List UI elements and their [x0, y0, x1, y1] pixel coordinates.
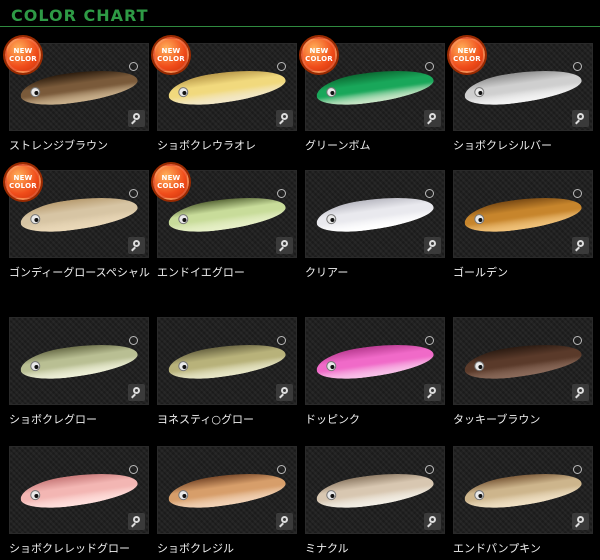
color-name[interactable]: ショボクレシルバー: [453, 138, 600, 153]
zoom-icon[interactable]: [572, 237, 589, 254]
ring-icon: [277, 62, 286, 71]
lure-thumbnail[interactable]: [453, 170, 593, 258]
ring-icon: [425, 465, 434, 474]
lure-image: [18, 337, 140, 385]
new-color-badge: NEW COLOR: [153, 37, 189, 73]
lure-thumbnail[interactable]: [157, 317, 297, 405]
lure-image: [166, 466, 288, 514]
lure-thumbnail[interactable]: [305, 170, 445, 258]
color-name[interactable]: ショボクレジル: [157, 541, 307, 556]
zoom-icon[interactable]: [276, 384, 293, 401]
ring-icon: [573, 465, 582, 474]
badge-line-2: COLOR: [9, 55, 37, 63]
lure-image: [314, 190, 436, 238]
new-color-badge: NEW COLOR: [301, 37, 337, 73]
lure-image: [462, 466, 584, 514]
lure-image: [18, 466, 140, 514]
zoom-icon[interactable]: [128, 110, 145, 127]
lure-image: [314, 466, 436, 514]
color-name[interactable]: ミナクル: [305, 541, 455, 556]
lure-image: [166, 190, 288, 238]
zoom-icon[interactable]: [572, 110, 589, 127]
lure-thumbnail[interactable]: [157, 446, 297, 534]
zoom-icon[interactable]: [128, 384, 145, 401]
lure-thumbnail[interactable]: [305, 446, 445, 534]
zoom-icon[interactable]: [424, 384, 441, 401]
ring-icon: [573, 336, 582, 345]
badge-line-2: COLOR: [9, 182, 37, 190]
ring-icon: [425, 189, 434, 198]
lure-thumbnail[interactable]: [305, 317, 445, 405]
zoom-icon[interactable]: [276, 110, 293, 127]
zoom-icon[interactable]: [276, 513, 293, 530]
ring-icon: [425, 62, 434, 71]
color-name[interactable]: クリアー: [305, 265, 455, 280]
color-name[interactable]: エンドイエグロー: [157, 265, 307, 280]
ring-icon: [277, 465, 286, 474]
new-color-badge: NEW COLOR: [449, 37, 485, 73]
lure-image: [462, 337, 584, 385]
color-grid: NEW COLOR ストレンジブラウン NEW COLOR ショボクレウラオレ NEW C…: [0, 0, 600, 560]
ring-icon: [129, 62, 138, 71]
ring-icon: [129, 465, 138, 474]
lure-thumbnail[interactable]: [9, 317, 149, 405]
lure-image: [18, 190, 140, 238]
color-name[interactable]: グリーンボム: [305, 138, 455, 153]
badge-line-2: COLOR: [157, 55, 185, 63]
color-name[interactable]: タッキーブラウン: [453, 412, 600, 427]
badge-line-2: COLOR: [157, 182, 185, 190]
lure-image: [314, 63, 436, 111]
color-name[interactable]: ゴンディーグロースペシャル: [9, 265, 159, 280]
color-name[interactable]: ショボクレレッドグロー: [9, 541, 159, 556]
ring-icon: [573, 189, 582, 198]
badge-line-1: NEW: [309, 47, 329, 55]
badge-line-1: NEW: [13, 47, 33, 55]
ring-icon: [129, 336, 138, 345]
lure-image: [314, 337, 436, 385]
ring-icon: [277, 189, 286, 198]
new-color-badge: NEW COLOR: [5, 37, 41, 73]
lure-thumbnail[interactable]: [453, 446, 593, 534]
color-name[interactable]: ストレンジブラウン: [9, 138, 159, 153]
zoom-icon[interactable]: [128, 513, 145, 530]
ring-icon: [277, 336, 286, 345]
color-name[interactable]: エンドパンプキン: [453, 541, 600, 556]
ring-icon: [425, 336, 434, 345]
zoom-icon[interactable]: [424, 513, 441, 530]
color-name[interactable]: ゴールデン: [453, 265, 600, 280]
lure-thumbnail[interactable]: [453, 317, 593, 405]
badge-line-1: NEW: [161, 47, 181, 55]
color-name[interactable]: ヨネスティ○グロー: [157, 412, 307, 427]
badge-line-2: COLOR: [305, 55, 333, 63]
zoom-icon[interactable]: [128, 237, 145, 254]
lure-image: [462, 63, 584, 111]
color-name[interactable]: ショボクレウラオレ: [157, 138, 307, 153]
zoom-icon[interactable]: [572, 513, 589, 530]
ring-icon: [129, 189, 138, 198]
zoom-icon[interactable]: [424, 110, 441, 127]
new-color-badge: NEW COLOR: [5, 164, 41, 200]
ring-icon: [573, 62, 582, 71]
color-name[interactable]: ショボクレグロー: [9, 412, 159, 427]
lure-image: [166, 337, 288, 385]
badge-line-1: NEW: [457, 47, 477, 55]
new-color-badge: NEW COLOR: [153, 164, 189, 200]
lure-image: [166, 63, 288, 111]
badge-line-1: NEW: [13, 174, 33, 182]
lure-image: [18, 63, 140, 111]
color-name[interactable]: ドッピンク: [305, 412, 455, 427]
badge-line-1: NEW: [161, 174, 181, 182]
lure-image: [462, 190, 584, 238]
zoom-icon[interactable]: [276, 237, 293, 254]
lure-thumbnail[interactable]: [9, 446, 149, 534]
zoom-icon[interactable]: [572, 384, 589, 401]
badge-line-2: COLOR: [453, 55, 481, 63]
zoom-icon[interactable]: [424, 237, 441, 254]
